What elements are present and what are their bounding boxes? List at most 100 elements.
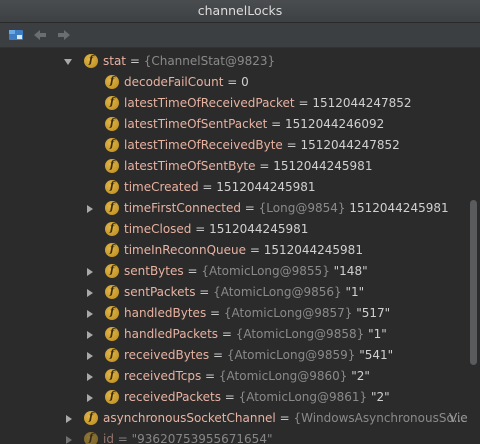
tree-row-asynchronousSocketChannel[interactable]: f asynchronousSocketChannel = {WindowsAs… — [0, 408, 468, 429]
field-icon: f — [105, 369, 119, 383]
field-value: 1512044246092 — [285, 117, 385, 131]
tree-row-stat[interactable]: f stat = {ChannelStat@9823} — [0, 51, 468, 72]
field-name: asynchronousSocketChannel — [103, 411, 276, 425]
equals-sign: = — [255, 159, 274, 173]
frames-icon[interactable] — [7, 26, 25, 44]
equals-sign: = — [240, 201, 259, 215]
tree-row-id[interactable]: f id = "93620753955671654" — [0, 429, 468, 444]
equals-sign: = — [201, 369, 219, 383]
tree-row-decodeFailCount[interactable]: f decodeFailCount = 0 — [0, 72, 468, 93]
equals-sign: = — [267, 117, 286, 131]
field-icon: f — [105, 96, 119, 110]
view-link[interactable]: View — [449, 408, 468, 429]
field-type: {AtomicLong@9855} — [201, 264, 330, 278]
field-type: {ChannelStat@9823} — [143, 54, 276, 68]
equals-sign: = — [223, 75, 242, 89]
equals-sign: = — [220, 390, 239, 404]
equals-sign: = — [126, 54, 144, 68]
expand-right-icon[interactable] — [84, 261, 96, 282]
field-value: "1" — [345, 285, 365, 299]
tree-row-sentPackets[interactable]: f sentPackets = {AtomicLong@9856} "1" — [0, 282, 468, 303]
field-name: sentPackets — [124, 285, 196, 299]
field-value: 1512044245981 — [273, 159, 373, 173]
field-name: id — [103, 432, 114, 444]
forward-arrow-icon[interactable] — [55, 26, 73, 44]
equals-sign: = — [206, 306, 224, 320]
tree-row-sentBytes[interactable]: f sentBytes = {AtomicLong@9855} "148" — [0, 261, 468, 282]
expand-down-icon[interactable] — [62, 51, 74, 72]
field-icon: f — [84, 54, 98, 68]
field-value: "148" — [333, 264, 368, 278]
field-name: timeClosed — [124, 222, 192, 236]
window-title: channelLocks — [0, 0, 480, 23]
field-name: latestTimeOfReceivedByte — [124, 138, 283, 152]
expand-right-icon[interactable] — [84, 282, 96, 303]
equals-sign: = — [218, 327, 236, 341]
equals-sign: = — [275, 411, 294, 425]
field-name: handledPackets — [124, 327, 219, 341]
tree-row-handledPackets[interactable]: f handledPackets = {AtomicLong@9858} "1" — [0, 324, 468, 345]
expand-right-icon[interactable] — [84, 366, 96, 387]
field-icon: f — [105, 222, 119, 236]
field-value: 1512044245981 — [209, 222, 309, 236]
field-value: 1512044247852 — [312, 96, 412, 110]
field-icon: f — [105, 264, 119, 278]
field-type: {AtomicLong@9861} — [238, 390, 368, 404]
tree-row-latestTimeOfReceivedPacket[interactable]: f latestTimeOfReceivedPacket = 151204424… — [0, 93, 468, 114]
toolbar — [0, 23, 480, 48]
equals-sign: = — [246, 243, 264, 257]
field-value: 0 — [241, 75, 249, 89]
field-name: receivedPackets — [124, 390, 221, 404]
expand-right-icon[interactable] — [84, 198, 96, 219]
tree-row-timeFirstConnected[interactable]: f timeFirstConnected = {Long@9854} 15120… — [0, 198, 468, 219]
expand-right-icon[interactable] — [63, 429, 75, 444]
equals-sign: = — [294, 96, 313, 110]
tree-row-handledBytes[interactable]: f handledBytes = {AtomicLong@9857} "517" — [0, 303, 468, 324]
expand-right-icon[interactable] — [84, 345, 96, 366]
expand-right-icon[interactable] — [84, 324, 96, 345]
field-name: latestTimeOfSentByte — [124, 159, 256, 173]
tree-row-timeCreated[interactable]: f timeCreated = 1512044245981 — [0, 177, 468, 198]
field-icon: f — [105, 75, 119, 89]
tree-row-latestTimeOfSentPacket[interactable]: f latestTimeOfSentPacket = 1512044246092 — [0, 114, 468, 135]
field-name: receivedTcps — [124, 369, 202, 383]
tree-row-receivedTcps[interactable]: f receivedTcps = {AtomicLong@9860} "2" — [0, 366, 468, 387]
field-icon: f — [84, 411, 98, 425]
field-icon: f — [105, 285, 119, 299]
field-type: {Long@9854} — [258, 201, 346, 215]
field-icon: f — [105, 159, 119, 173]
field-type: {WindowsAsynchronousSo... — [293, 411, 466, 425]
tree-row-latestTimeOfReceivedByte[interactable]: f latestTimeOfReceivedByte = 15120442478… — [0, 135, 468, 156]
tree-row-latestTimeOfSentByte[interactable]: f latestTimeOfSentByte = 1512044245981 — [0, 156, 468, 177]
equals-sign: = — [198, 180, 217, 194]
tree-row-timeClosed[interactable]: f timeClosed = 1512044245981 — [0, 219, 468, 240]
field-icon: f — [105, 327, 119, 341]
field-icon: f — [105, 201, 119, 215]
field-value: "2" — [351, 369, 370, 383]
equals-sign: = — [195, 285, 214, 299]
back-arrow-icon[interactable] — [31, 26, 49, 44]
equals-sign: = — [183, 264, 202, 278]
equals-sign: = — [113, 432, 132, 444]
field-name: sentBytes — [124, 264, 184, 278]
variables-tree: f stat = {ChannelStat@9823} f decodeFail… — [0, 48, 468, 444]
field-icon: f — [105, 306, 119, 320]
field-value: "93620753955671654" — [131, 432, 273, 444]
expand-right-icon[interactable] — [63, 408, 75, 429]
tree-row-receivedBytes[interactable]: f receivedBytes = {AtomicLong@9859} "541… — [0, 345, 468, 366]
field-name: latestTimeOfReceivedPacket — [124, 96, 295, 110]
scrollbar-thumb[interactable] — [470, 200, 477, 365]
field-type: {AtomicLong@9857} — [223, 306, 353, 320]
equals-sign: = — [209, 348, 227, 362]
tree-row-receivedPackets[interactable]: f receivedPackets = {AtomicLong@9861} "2… — [0, 387, 468, 408]
field-type: {AtomicLong@9856} — [213, 285, 342, 299]
tree-row-timeInReconnQueue[interactable]: f timeInReconnQueue = 1512044245981 — [0, 240, 468, 261]
expand-right-icon[interactable] — [84, 303, 96, 324]
equals-sign: = — [282, 138, 301, 152]
field-name: stat — [103, 54, 127, 68]
field-value: 1512044245981 — [216, 180, 316, 194]
field-name: receivedBytes — [124, 348, 210, 362]
field-name: latestTimeOfSentPacket — [124, 117, 268, 131]
expand-right-icon[interactable] — [84, 387, 96, 408]
field-name: timeInReconnQueue — [124, 243, 247, 257]
